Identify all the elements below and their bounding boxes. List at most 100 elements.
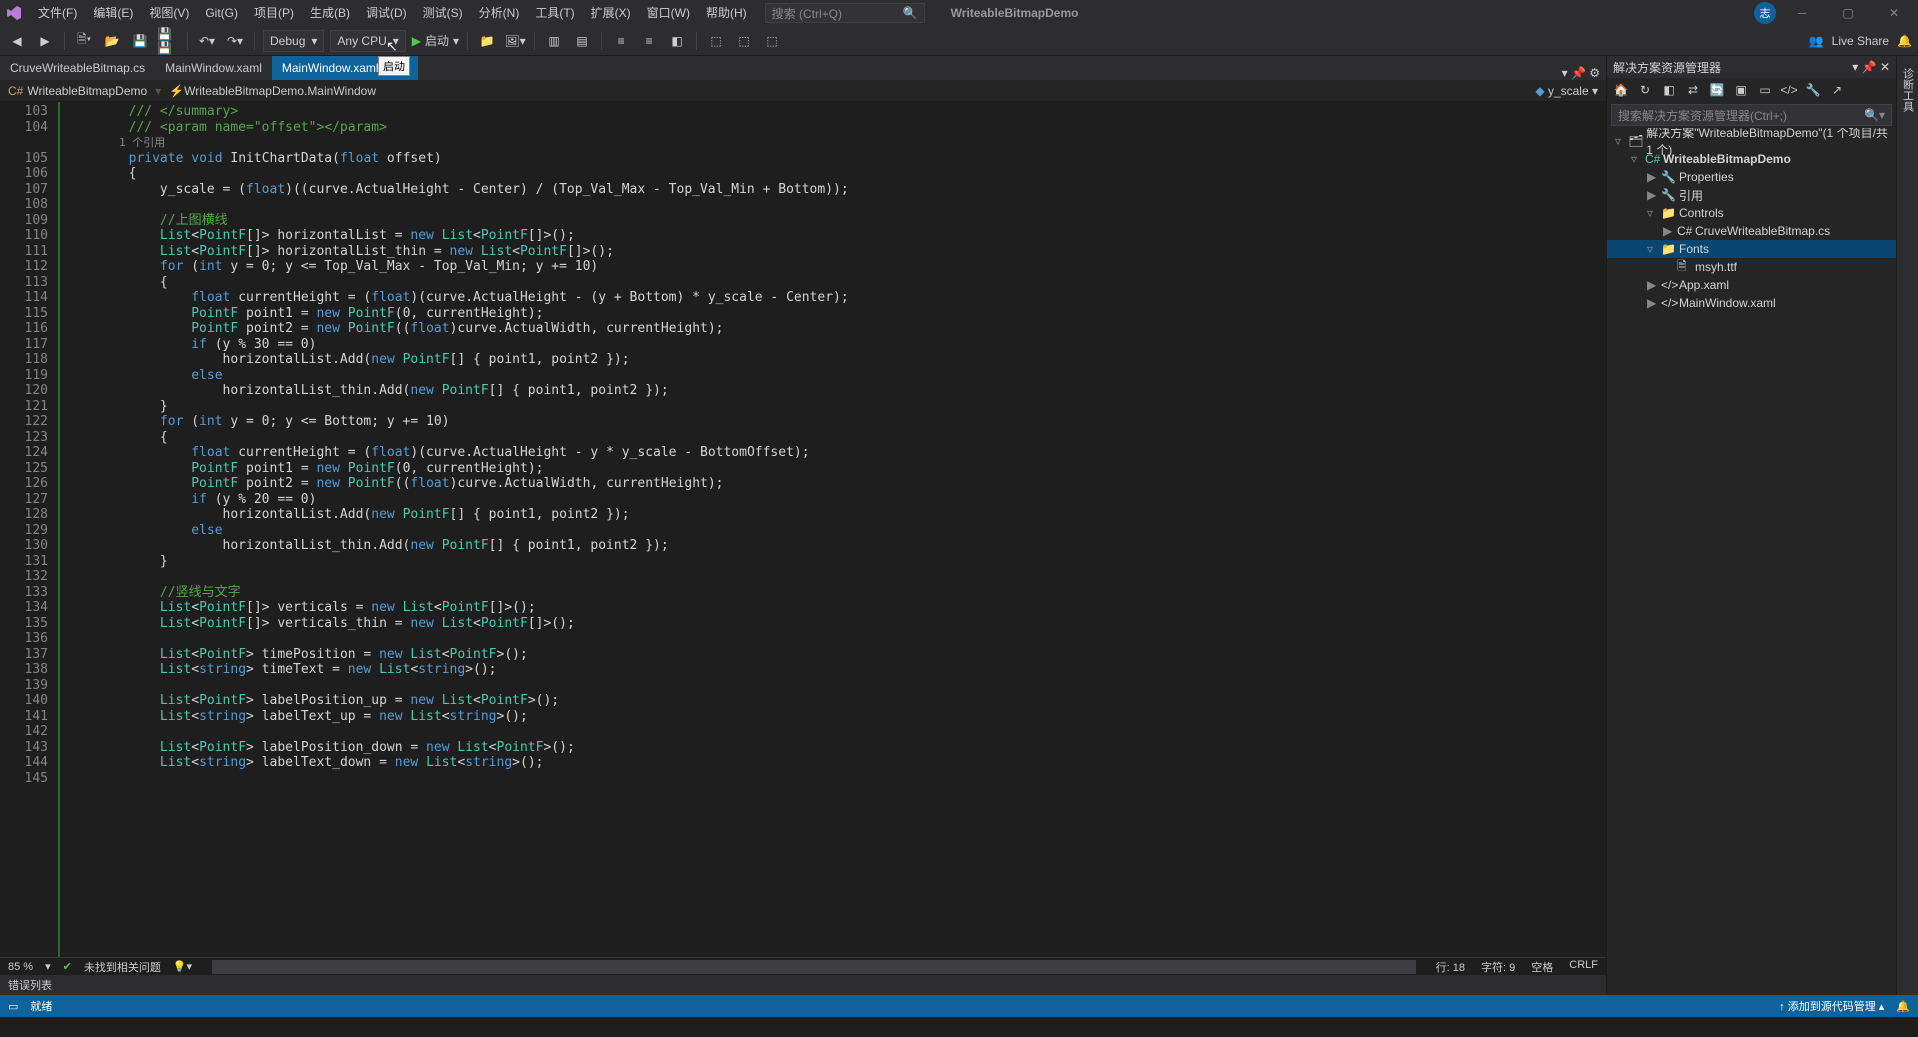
open-file-button[interactable]: 📂 [101,30,123,52]
save-all-button[interactable]: 💾💾 [157,30,179,52]
file-icon: </> [1661,296,1675,310]
tool-icon[interactable]: ↗ [1827,80,1847,100]
solution-tree[interactable]: ▿🗂解决方案"WriteableBitmapDemo"(1 个项目/共 1 个)… [1607,128,1896,995]
menu-item[interactable]: 分析(N) [471,6,528,20]
save-button[interactable]: 💾 [129,30,151,52]
dropdown-icon[interactable]: ▾ [1852,60,1858,74]
redo-button[interactable]: ↷▾ [224,30,246,52]
solution-root[interactable]: ▿🗂解决方案"WriteableBitmapDemo"(1 个项目/共 1 个) [1607,132,1896,150]
nav-fwd-button[interactable]: ▶ [34,30,56,52]
home-icon[interactable]: 🏠 [1611,80,1631,100]
tab-overflow-button[interactable]: ▾ 📌 ⚙ [1556,66,1606,80]
tree-node[interactable]: ▶</>MainWindow.xaml [1607,294,1896,312]
tree-node[interactable]: ▿📁Fonts [1607,240,1896,258]
user-avatar[interactable]: 志 [1754,2,1776,24]
output-icon[interactable]: ▭ [8,1000,18,1013]
menu-item[interactable]: 调试(D) [358,6,415,20]
tool-button[interactable]: ▤ [571,30,593,52]
global-search-input[interactable]: 搜索 (Ctrl+Q) 🔍 [765,3,925,23]
tool-icon[interactable]: 🔧 [1803,80,1823,100]
tool-icon[interactable]: ▣ [1731,80,1751,100]
code-editor[interactable]: 1031041051061071081091101111121131141151… [0,102,1606,957]
file-icon: C# [1677,224,1691,238]
main-toolbar: ◀ ▶ 🗎▾ 📂 💾 💾💾 ↶▾ ↷▾ Debug▾ Any CPU▾ ▶ 启动… [0,26,1918,56]
close-button[interactable]: ✕ [1874,0,1914,26]
liveshare-icon: 👥 [1809,34,1824,48]
tool-icon[interactable]: ↻ [1635,80,1655,100]
tree-node[interactable]: 🗎msyh.ttf [1607,258,1896,276]
side-tab[interactable]: 诊断工具 [1900,64,1916,116]
tool-button[interactable]: 🖼▾ [504,30,526,52]
tool-icon[interactable]: ▭ [1755,80,1775,100]
menu-item[interactable]: 扩展(X) [583,6,639,20]
undo-button[interactable]: ↶▾ [196,30,218,52]
source-control-button[interactable]: ↑ 添加到源代码管理 ▴ [1779,998,1884,1014]
horizontal-scrollbar[interactable] [212,960,1416,974]
separator [467,32,468,50]
liveshare-button[interactable]: Live Share [1832,34,1889,48]
solution-search-input[interactable]: 搜索解决方案资源管理器(Ctrl+;) 🔍▾ [1611,104,1892,126]
play-icon: ▶ [412,34,421,48]
menu-item[interactable]: 项目(P) [246,6,302,20]
error-list-tab[interactable]: 错误列表 [0,975,1606,995]
menu-item[interactable]: 生成(B) [302,6,358,20]
tool-button[interactable]: 📁 [476,30,498,52]
tree-node[interactable]: ▶</>App.xaml [1607,276,1896,294]
lightbulb-icon[interactable]: 💡▾ [173,960,192,973]
pin-icon[interactable]: 📌 [1862,60,1877,74]
menu-item[interactable]: 工具(T) [527,6,582,20]
editor-tab[interactable]: MainWindow.xaml [155,56,272,80]
menu-item[interactable]: 编辑(E) [85,6,141,20]
code-content[interactable]: /// </summary> /// <param name="offset">… [60,102,1606,957]
field-icon: ◆ [1535,84,1544,98]
close-panel-button[interactable]: ✕ [1880,60,1890,74]
tree-node[interactable]: ▶🔧Properties [1607,168,1896,186]
notifications-icon[interactable]: 🔔 [1897,34,1912,48]
tool-button[interactable]: ◧ [666,30,688,52]
tree-node[interactable]: ▶🔧引用 [1607,186,1896,204]
code-nav-crumbs: C#WriteableBitmapDemo ▾ ⚡WriteableBitmap… [0,80,1606,102]
menu-item[interactable]: 帮助(H) [698,6,755,20]
notifications-icon[interactable]: 🔔 [1896,1000,1910,1013]
class-icon: ⚡ [169,84,184,98]
tool-icon[interactable]: </> [1779,80,1799,100]
separator [64,32,65,50]
new-file-button[interactable]: 🗎▾ [73,30,95,52]
tree-node[interactable]: ▶C#CruveWriteableBitmap.cs [1607,222,1896,240]
menu-item[interactable]: 文件(F) [30,6,85,20]
tool-button[interactable]: ⬚ [761,30,783,52]
tool-icon[interactable]: ◧ [1659,80,1679,100]
tool-icon[interactable]: 🔄 [1707,80,1727,100]
tool-button[interactable]: ≡ [638,30,660,52]
zoom-level[interactable]: 85 % [8,961,33,973]
line-gutter: 1031041051061071081091101111121131141151… [0,102,60,957]
search-placeholder: 搜索解决方案资源管理器(Ctrl+;) [1618,107,1787,124]
start-debug-button[interactable]: ▶ 启动 ▾ [412,32,459,49]
scope-crumb[interactable]: C#WriteableBitmapDemo [0,84,155,98]
minimize-button[interactable]: ─ [1782,0,1822,26]
file-icon: 📁 [1661,242,1675,256]
member-crumb[interactable]: ◆ y_scale ▾ [1527,84,1606,98]
tool-button[interactable]: ⬚ [705,30,727,52]
file-icon: 🗎 [1677,257,1691,278]
file-icon: 🔧 [1661,188,1675,202]
editor-tab[interactable]: CruveWriteableBitmap.cs [0,56,155,80]
menu-item[interactable]: 视图(V) [141,6,197,20]
ready-label: 就绪 [30,998,52,1014]
separator [187,32,188,50]
menu-item[interactable]: Git(G) [197,6,246,20]
menu-item[interactable]: 测试(S) [415,6,471,20]
maximize-button[interactable]: ▢ [1828,0,1868,26]
tool-button[interactable]: ⬚ [733,30,755,52]
menu-item[interactable]: 窗口(W) [639,6,698,20]
tool-button[interactable]: ▥ [543,30,565,52]
tree-node[interactable]: ▿📁Controls [1607,204,1896,222]
tooltip: 启动 [378,56,410,76]
tool-button[interactable]: ≡ [610,30,632,52]
nav-back-button[interactable]: ◀ [6,30,28,52]
class-crumb[interactable]: ⚡WriteableBitmapDemo.MainWindow [161,84,384,98]
platform-combo[interactable]: Any CPU▾ [330,30,405,52]
config-combo[interactable]: Debug▾ [263,30,324,52]
file-icon: 🔧 [1661,170,1675,184]
tool-icon[interactable]: ⇄ [1683,80,1703,100]
